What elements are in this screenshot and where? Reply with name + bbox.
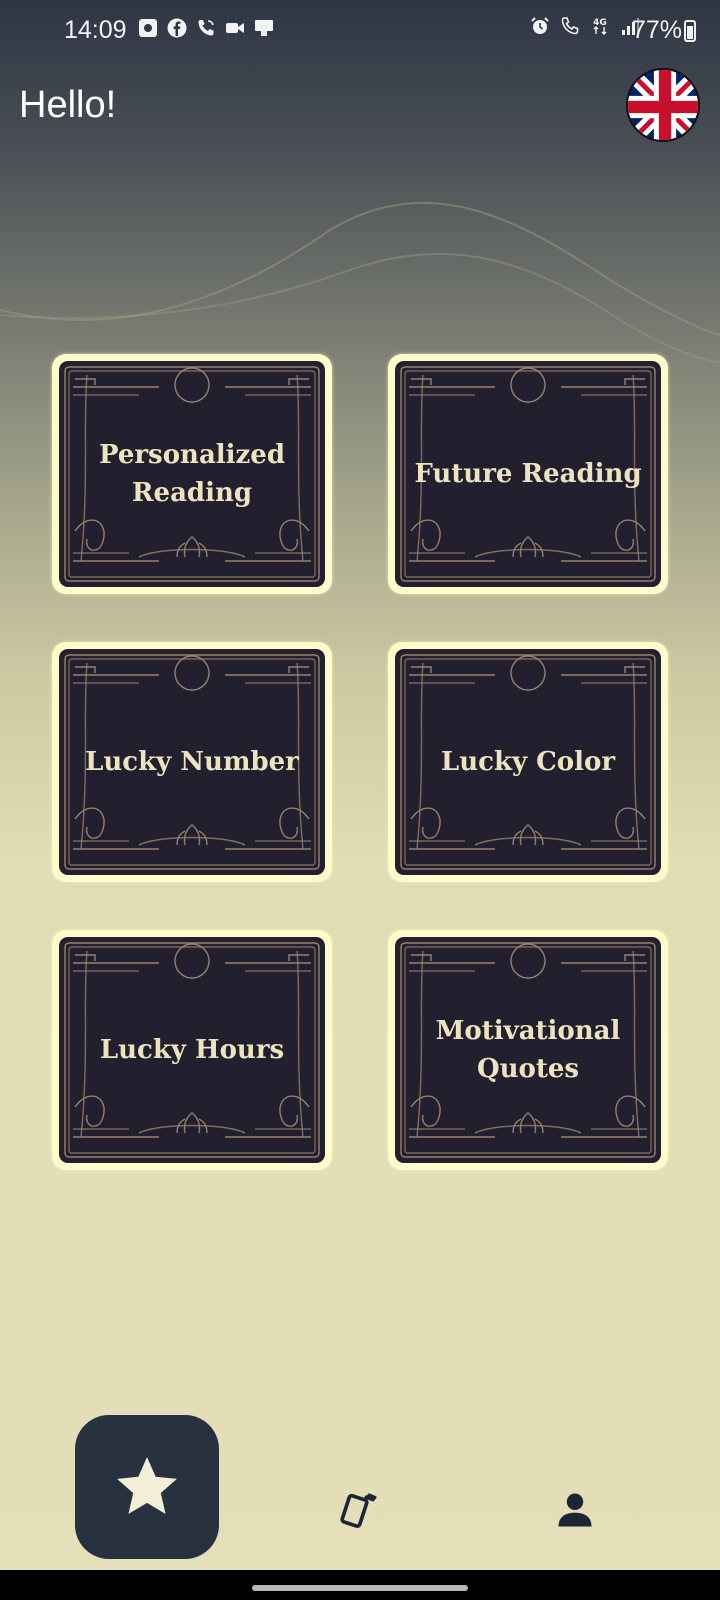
card-face: Lucky Color	[395, 649, 661, 875]
alarm-icon	[531, 17, 549, 34]
volte-call-icon	[561, 17, 579, 35]
status-time: 14:09	[64, 16, 127, 44]
home-gesture-handle[interactable]	[252, 1585, 468, 1591]
4g-icon: 4G	[593, 18, 607, 35]
nav-item-profile[interactable]	[553, 1488, 597, 1537]
card-face: Motivational Quotes	[395, 937, 661, 1163]
card-face: Lucky Hours	[59, 937, 325, 1163]
card-future-reading[interactable]: Future Reading	[388, 354, 668, 594]
bottom-nav	[0, 1400, 720, 1560]
card-lucky-hours[interactable]: Lucky Hours	[52, 930, 332, 1170]
card-lucky-color[interactable]: Lucky Color	[388, 642, 668, 882]
video-call-icon	[226, 23, 244, 33]
cards-icon	[340, 1493, 377, 1528]
battery-percent: 77%	[631, 16, 682, 44]
notification-icons	[138, 18, 274, 38]
card-motivational-quotes[interactable]: Motivational Quotes	[388, 930, 668, 1170]
screen-cast-icon	[255, 20, 273, 36]
system-icons: 4G	[530, 16, 640, 36]
status-bar: 14:09 4G 77%	[0, 0, 720, 64]
card-label: Lucky Hours	[99, 1035, 285, 1065]
card-face: Lucky Number	[59, 649, 325, 875]
card-face: Future Reading	[395, 361, 661, 587]
star-icon	[117, 1457, 177, 1514]
card-label: Lucky Number	[85, 747, 299, 777]
battery-icon	[684, 20, 696, 42]
uk-flag-icon[interactable]	[626, 68, 700, 142]
nav-item-home[interactable]	[75, 1415, 219, 1559]
greeting-text: Hello!	[19, 84, 117, 126]
card-label: Personalized Reading	[98, 440, 286, 508]
card-label: Motivational Quotes	[435, 1016, 621, 1084]
card-label: Lucky Color	[440, 747, 616, 777]
svg-text:4G: 4G	[593, 18, 607, 28]
nav-item-cards[interactable]	[338, 1488, 382, 1537]
profile-icon	[558, 1493, 592, 1527]
wifi-call-icon	[198, 20, 214, 36]
camera-app-icon	[139, 19, 157, 37]
card-lucky-number[interactable]: Lucky Number	[52, 642, 332, 882]
facebook-icon	[167, 18, 187, 38]
card-label: Future Reading	[414, 459, 642, 489]
card-face: Personalized Reading	[59, 361, 325, 587]
card-personalized-reading[interactable]: Personalized Reading	[52, 354, 332, 594]
